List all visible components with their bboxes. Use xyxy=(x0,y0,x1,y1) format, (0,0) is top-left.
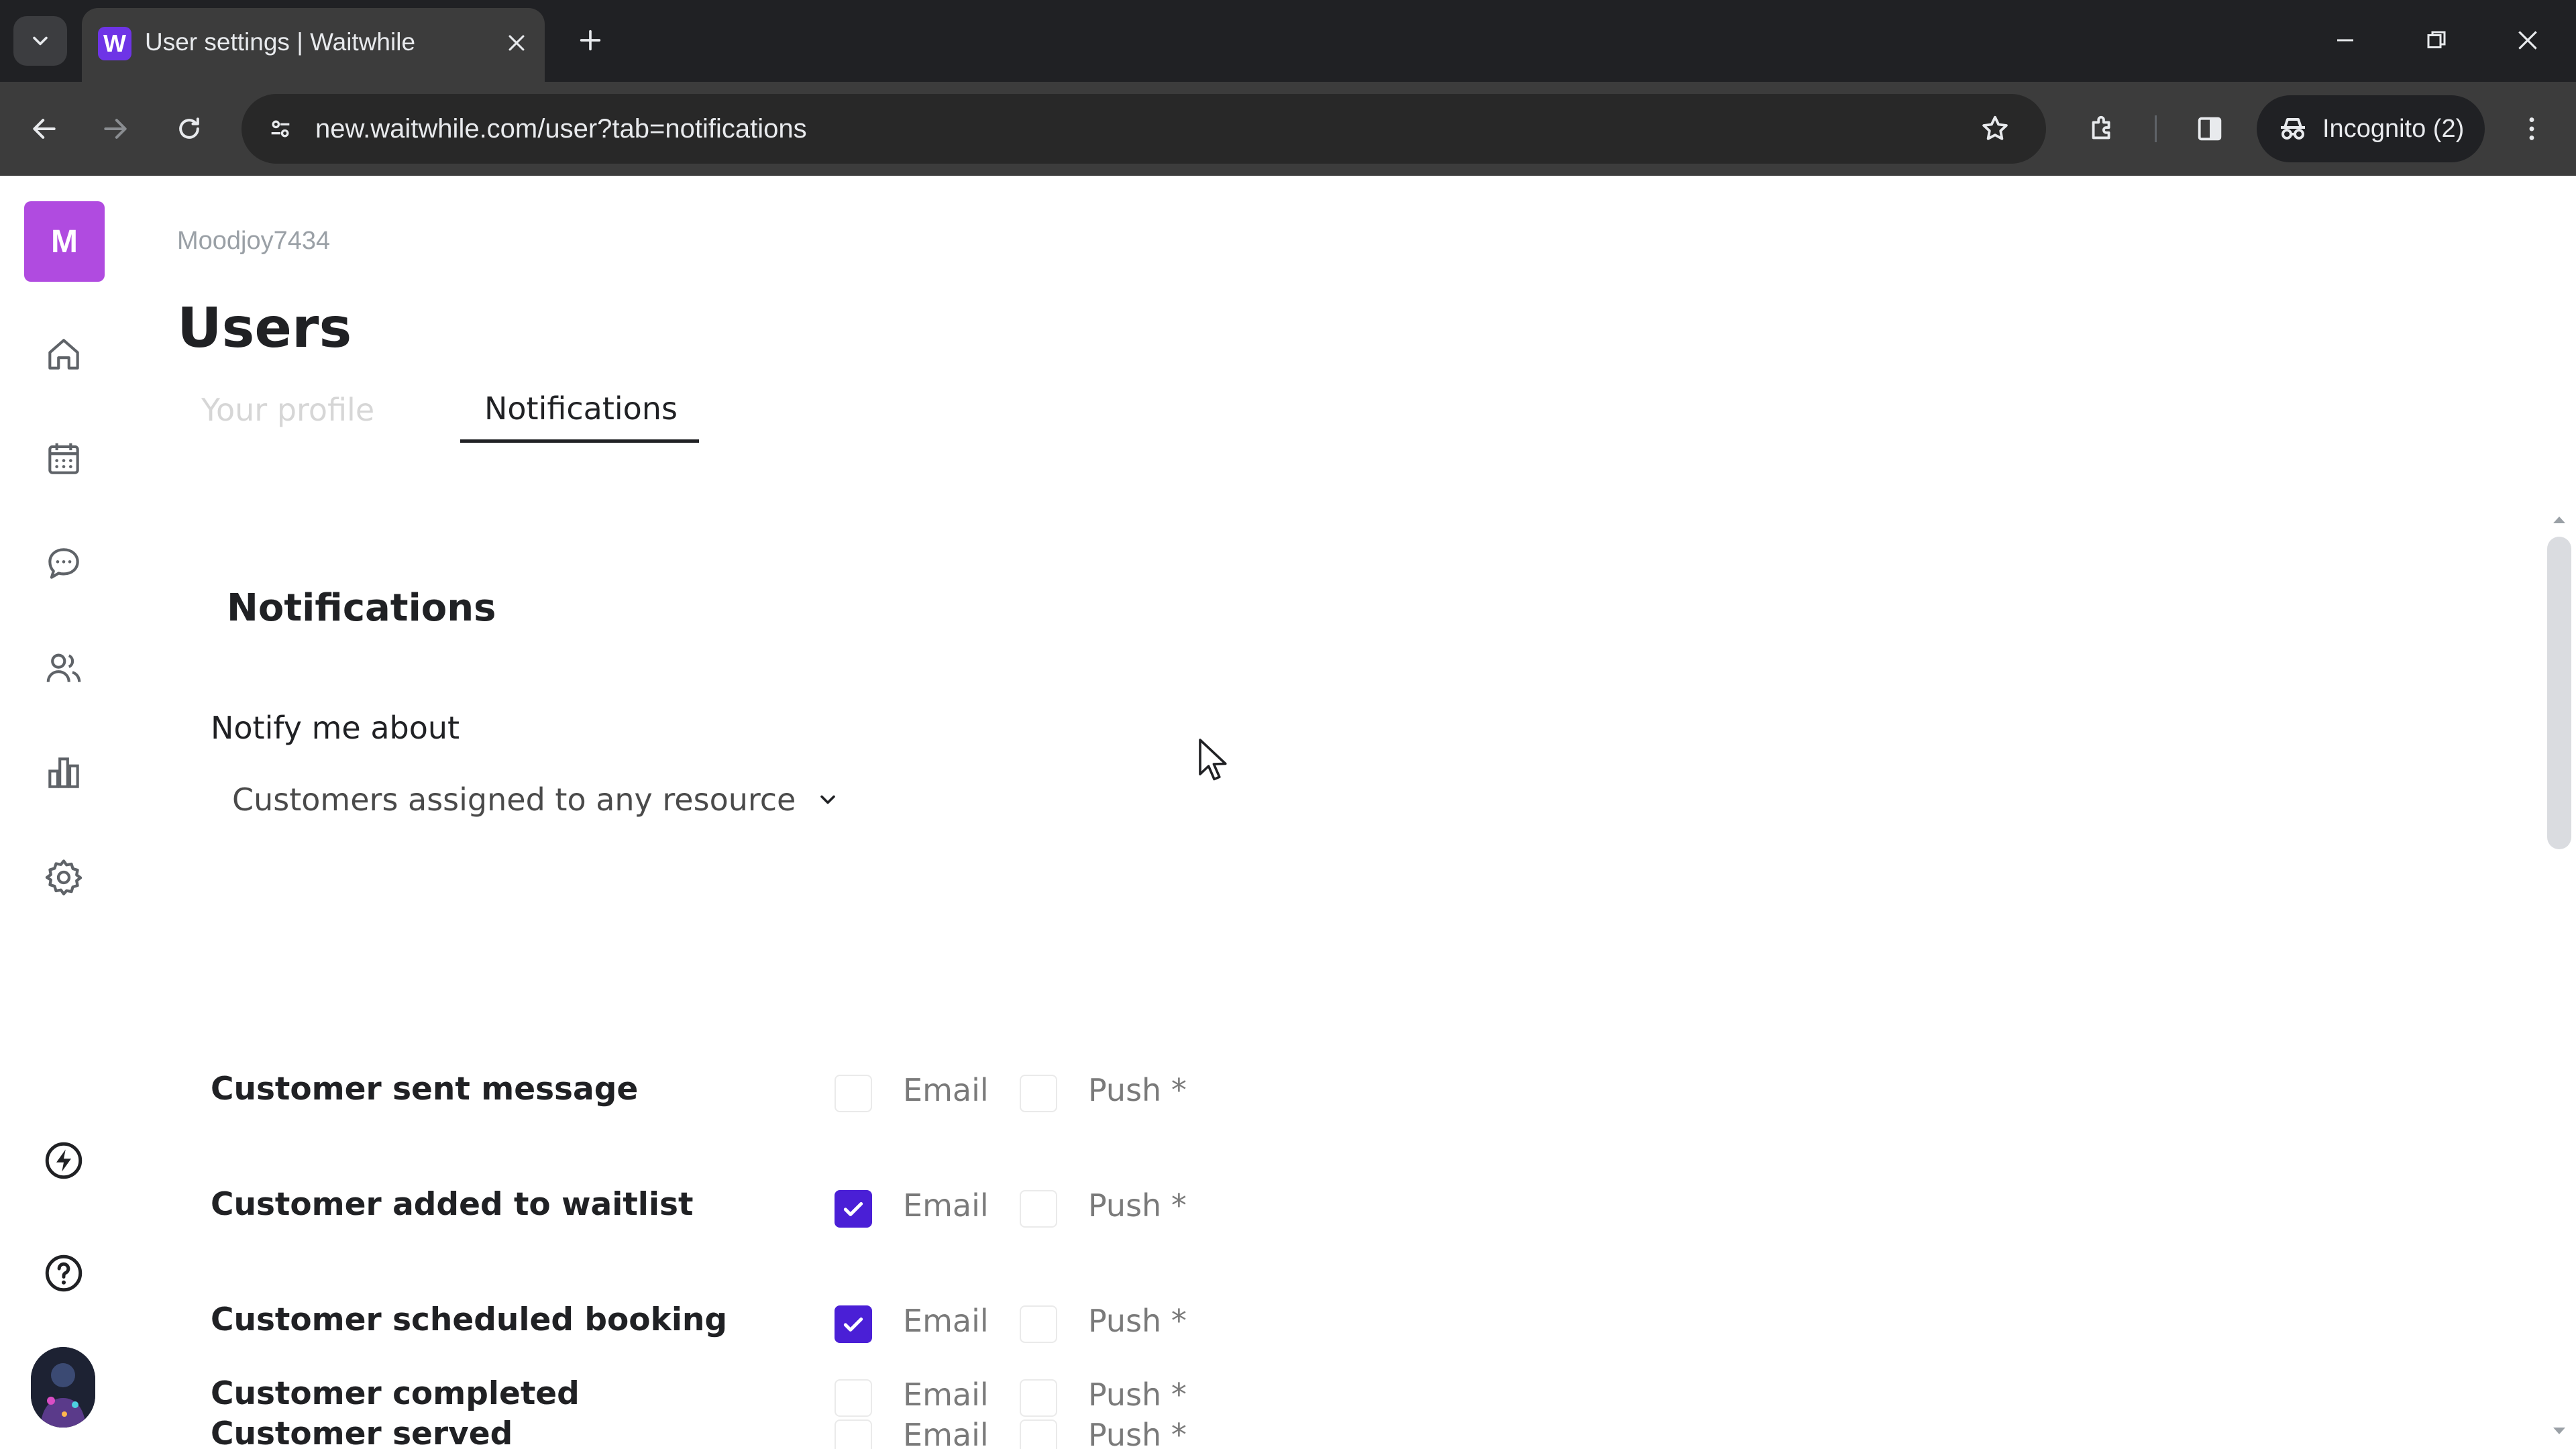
push-checkbox[interactable] xyxy=(1020,1075,1057,1112)
incognito-icon xyxy=(2281,118,2305,140)
address-bar[interactable]: new.waitwhile.com/user?tab=notifications xyxy=(241,94,2046,164)
tab-close-button[interactable] xyxy=(498,24,535,62)
sidebar-item-help[interactable] xyxy=(37,1246,91,1300)
notification-row: Customer added to waitlist Email Push * xyxy=(211,1166,1284,1246)
restore-icon xyxy=(2427,31,2446,48)
push-label: Push * xyxy=(1088,1187,1187,1224)
email-checkbox[interactable] xyxy=(835,1190,872,1228)
notification-label: Customer completed xyxy=(211,1375,580,1412)
scroll-down-arrow-icon[interactable] xyxy=(2549,1424,2569,1440)
customers-icon xyxy=(46,653,81,682)
toolbar-divider xyxy=(2155,115,2157,142)
sidebar-item-calendar[interactable] xyxy=(37,432,91,486)
home-icon xyxy=(48,339,79,370)
tab-search-button[interactable] xyxy=(13,16,67,66)
email-checkbox[interactable] xyxy=(835,1305,872,1343)
app-sidebar: M xyxy=(0,176,127,1449)
more-vert-icon xyxy=(2529,117,2534,140)
org-avatar[interactable]: M xyxy=(24,201,105,282)
push-label: Push * xyxy=(1088,1072,1187,1108)
notify-scope-value: Customers assigned to any resource xyxy=(232,782,796,818)
notification-row: Customer completed Email Push * xyxy=(211,1355,1284,1436)
close-icon xyxy=(508,35,525,51)
plus-icon xyxy=(580,30,601,51)
arrow-right-icon xyxy=(104,119,127,139)
arrow-left-icon xyxy=(33,119,56,139)
sidebar-item-customers[interactable] xyxy=(37,641,91,695)
puzzle-icon xyxy=(2092,115,2110,140)
notify-scope-select[interactable]: Customers assigned to any resource xyxy=(211,766,975,833)
user-avatar[interactable] xyxy=(31,1347,95,1428)
checkmark-icon xyxy=(843,1202,863,1216)
tab-title: User settings | Waitwhile xyxy=(145,28,416,56)
close-window-button[interactable] xyxy=(2494,13,2561,67)
sidebar-item-settings[interactable] xyxy=(37,851,91,904)
tab-notifications[interactable]: Notifications xyxy=(460,377,699,443)
sidebar-item-whats-new[interactable] xyxy=(37,1134,91,1187)
email-checkbox[interactable] xyxy=(835,1379,872,1417)
tab-your-profile[interactable]: Your profile xyxy=(177,377,427,443)
browser-menu-button[interactable] xyxy=(2506,103,2557,154)
push-checkbox[interactable] xyxy=(1020,1190,1057,1228)
checkmark-icon xyxy=(843,1318,863,1332)
star-icon xyxy=(1982,115,2008,140)
mouse-cursor-icon xyxy=(1199,739,1227,781)
url-text: new.waitwhile.com/user?tab=notifications xyxy=(315,114,807,144)
browser-tab[interactable]: W User settings | Waitwhile xyxy=(82,8,545,82)
sidebar-item-messages[interactable] xyxy=(37,537,91,590)
push-label: Push * xyxy=(1088,1303,1187,1339)
notification-row: Customer scheduled booking Email Push * xyxy=(211,1281,1284,1362)
side-panel-button[interactable] xyxy=(2184,103,2235,154)
chevron-down-icon xyxy=(33,36,48,46)
browser-toolbar: new.waitwhile.com/user?tab=notifications… xyxy=(0,82,2576,176)
scrollbar-thumb[interactable] xyxy=(2547,537,2571,849)
calendar-icon xyxy=(48,443,79,474)
minimize-button[interactable] xyxy=(2312,13,2379,67)
email-label: Email xyxy=(903,1303,989,1339)
notification-label: Customer added to waitlist xyxy=(211,1186,694,1223)
reload-icon xyxy=(179,117,199,139)
restore-button[interactable] xyxy=(2403,13,2470,67)
sidebar-item-home[interactable] xyxy=(37,327,91,381)
bookmark-button[interactable] xyxy=(1972,106,2018,152)
email-label: Email xyxy=(903,1377,989,1413)
close-icon xyxy=(2518,31,2537,50)
page-title: Users xyxy=(177,297,352,360)
forward-button[interactable] xyxy=(90,103,141,154)
chevron-down-icon xyxy=(820,795,836,804)
scroll-up-arrow-icon[interactable] xyxy=(2549,511,2569,527)
notify-label: Notify me about xyxy=(211,710,460,746)
help-icon xyxy=(45,1254,83,1292)
messages-icon xyxy=(48,548,79,579)
email-label: Email xyxy=(903,1072,989,1108)
user-avatar-image xyxy=(31,1347,95,1428)
reload-button[interactable] xyxy=(164,103,215,154)
notification-label: Customer sent message xyxy=(211,1071,639,1108)
waitwhile-favicon-icon: W xyxy=(98,27,131,60)
site-info-button[interactable] xyxy=(259,107,302,150)
incognito-label: Incognito (2) xyxy=(2322,114,2465,143)
push-checkbox[interactable] xyxy=(1020,1379,1057,1417)
org-name: Moodjoy7434 xyxy=(177,227,331,255)
minimize-icon xyxy=(2337,39,2353,42)
new-tab-button[interactable] xyxy=(568,17,613,63)
back-button[interactable] xyxy=(19,103,70,154)
settings-icon xyxy=(45,859,83,896)
sidebar-item-analytics[interactable] xyxy=(37,746,91,800)
notification-label: Customer scheduled booking xyxy=(211,1301,728,1338)
push-checkbox[interactable] xyxy=(1020,1305,1057,1343)
email-label: Email xyxy=(903,1187,989,1224)
side-panel-icon xyxy=(2198,117,2222,141)
main-content: Moodjoy7434 Users Your profile Notificat… xyxy=(127,176,2542,1449)
section-title: Notifications xyxy=(227,586,496,630)
incognito-indicator[interactable]: Incognito (2) xyxy=(2257,95,2485,162)
notification-row: Customer sent message Email Push * xyxy=(211,1051,1284,1131)
email-checkbox[interactable] xyxy=(835,1075,872,1112)
lightning-icon xyxy=(45,1142,83,1179)
analytics-icon xyxy=(48,757,79,788)
extensions-button[interactable] xyxy=(2077,103,2128,154)
push-label: Push * xyxy=(1088,1377,1187,1413)
browser-titlebar: W User settings | Waitwhile xyxy=(0,0,2576,82)
tune-icon xyxy=(271,120,290,138)
